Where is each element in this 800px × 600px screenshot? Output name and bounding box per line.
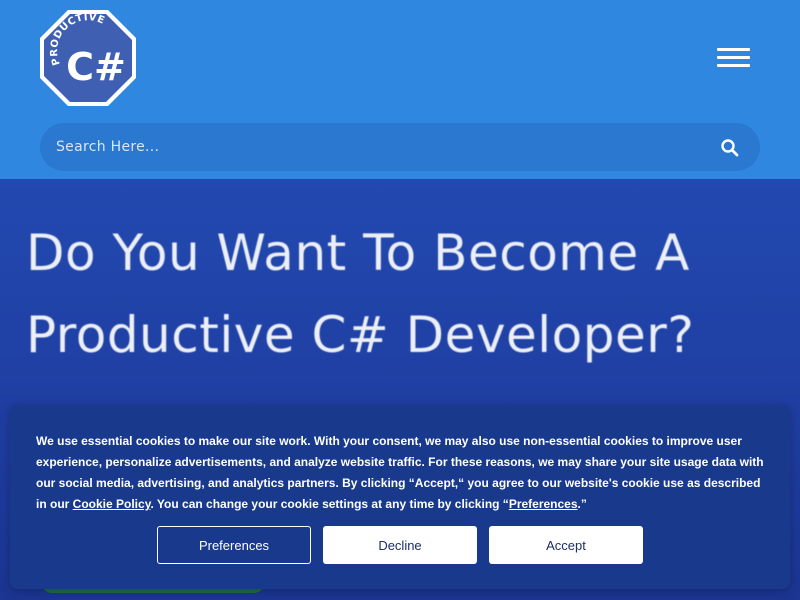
hamburger-menu-icon[interactable] <box>712 44 754 74</box>
accept-button[interactable]: Accept <box>489 526 643 564</box>
cookie-policy-link[interactable]: Cookie Policy <box>73 497 151 511</box>
menu-bar-line <box>717 48 750 51</box>
decline-button[interactable]: Decline <box>323 526 477 564</box>
preferences-button[interactable]: Preferences <box>157 526 311 564</box>
hero-title: Do You Want To Become A Productive C# De… <box>26 224 695 364</box>
cookie-text-part2: . You can change your cookie settings at… <box>150 497 509 511</box>
logo-text-csharp: C# <box>66 45 126 89</box>
search-bar <box>40 123 760 171</box>
search-icon[interactable] <box>718 136 742 160</box>
menu-bar-line <box>717 64 750 67</box>
search-input[interactable] <box>40 123 700 171</box>
cookie-banner-text: We use essential cookies to make our sit… <box>36 431 766 515</box>
menu-bar-line <box>717 56 750 59</box>
productive-csharp-logo[interactable]: PRODUCTIVE C# <box>38 8 138 108</box>
cookie-text-part3: .” <box>577 497 587 511</box>
site-header: PRODUCTIVE C# <box>0 0 800 179</box>
preferences-link[interactable]: Preferences <box>509 497 578 511</box>
